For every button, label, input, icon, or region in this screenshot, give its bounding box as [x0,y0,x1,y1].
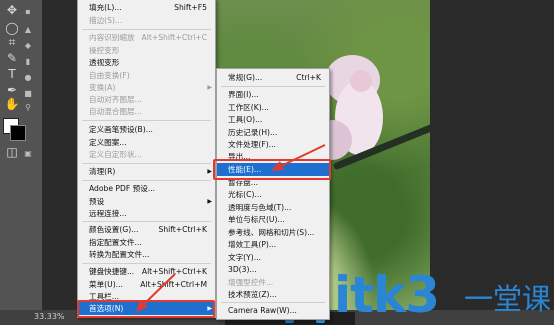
move-tool-icon[interactable]: ✥ [4,2,20,18]
quick-mask-icon[interactable]: ◫ [4,144,20,160]
menu-separator [82,263,211,264]
menu-item-purge[interactable]: 清理(R) ▶ [78,165,215,178]
photoshop-window: ✥ ◯ ⌗ ✎ T ✒ ✋ ▪ ▲ ◆ ▮ ● ■ ⚲ ◫ ▣ 33.33% i… [0,0,554,325]
pref-item-units-rulers[interactable]: 单位与标尺(U)... [217,213,329,226]
red-arrow-icon [271,144,326,171]
crop-tool-icon[interactable]: ⌗ [4,34,20,50]
blur-tool-icon[interactable]: ● [20,70,36,86]
hand-tool-icon[interactable]: ✋ [4,96,20,112]
menu-separator [82,29,211,30]
menu-item-convert-profile[interactable]: 转换为配置文件... [78,248,215,261]
menu-separator [82,221,211,222]
eyedropper-tool-icon[interactable]: ✎ [4,50,20,66]
menu-item-color-settings[interactable]: 颜色设置(G)... Shift+Ctrl+K [78,223,215,236]
pref-item-camera-raw[interactable]: Camera Raw(W)... [217,304,329,317]
eraser-tool-icon[interactable]: ▮ [20,54,36,70]
menu-item-stroke[interactable]: 描边(S)... [78,14,215,27]
background-color-swatch[interactable] [10,125,26,141]
menu-item-define-shape[interactable]: 定义自定形状... [78,148,215,161]
menu-separator [221,86,325,87]
menu-item-content-aware-scale[interactable]: 内容识别缩放 Alt+Shift+Ctrl+C [78,31,215,44]
flower-center [350,70,372,92]
preferences-submenu: 常规(G)... Ctrl+K 界面(I)... 工作区(K)... 工具(O).… [216,68,330,320]
stamp-tool-icon[interactable]: ◆ [20,38,36,54]
marquee-tool-icon[interactable]: ▪ [20,4,36,20]
menu-separator [221,302,325,303]
menu-item-define-brush[interactable]: 定义画笔预设(B)... [78,123,215,136]
pref-item-general[interactable]: 常规(G)... Ctrl+K [217,71,329,84]
menu-separator [82,163,211,164]
menu-separator [82,180,211,181]
watermark-logo: itk3 [334,266,440,324]
pref-item-tech-previews[interactable]: 技术预览(Z)... [217,288,329,301]
pref-item-tools[interactable]: 工具(O)... [217,113,329,126]
workspace-background [430,0,554,310]
pref-item-cursors[interactable]: 光标(C)... [217,188,329,201]
pref-item-plugins[interactable]: 增效工具(P)... [217,238,329,251]
pref-item-interface[interactable]: 界面(I)... [217,88,329,101]
red-arrow-icon [136,273,176,312]
menu-item-perspective-warp[interactable]: 透视变形 [78,56,215,69]
type-tool-icon[interactable]: T [4,66,20,82]
menu-separator [82,120,211,121]
menu-item-auto-blend[interactable]: 自动混合图层... [78,105,215,118]
brush-tool-icon[interactable]: ▲ [20,22,36,38]
menu-item-fill[interactable]: 填充(L)... Shift+F5 [78,1,215,14]
zoom-level: 33.33% [34,312,65,321]
zoom-tool-icon[interactable]: ⚲ [20,100,36,116]
menu-item-remote-connections[interactable]: 远程连接... [78,207,215,220]
submenu-arrow-icon: ▶ [207,168,212,175]
screen-mode-icon[interactable]: ▣ [20,146,36,162]
pref-item-3d[interactable]: 3D(3)... [217,263,329,276]
menu-item-adobe-pdf-presets[interactable]: Adobe PDF 预设... [78,182,215,195]
watermark-text: 一堂课 [464,282,552,316]
tools-panel: ✥ ◯ ⌗ ✎ T ✒ ✋ ▪ ▲ ◆ ▮ ● ■ ⚲ ◫ ▣ [0,0,42,310]
